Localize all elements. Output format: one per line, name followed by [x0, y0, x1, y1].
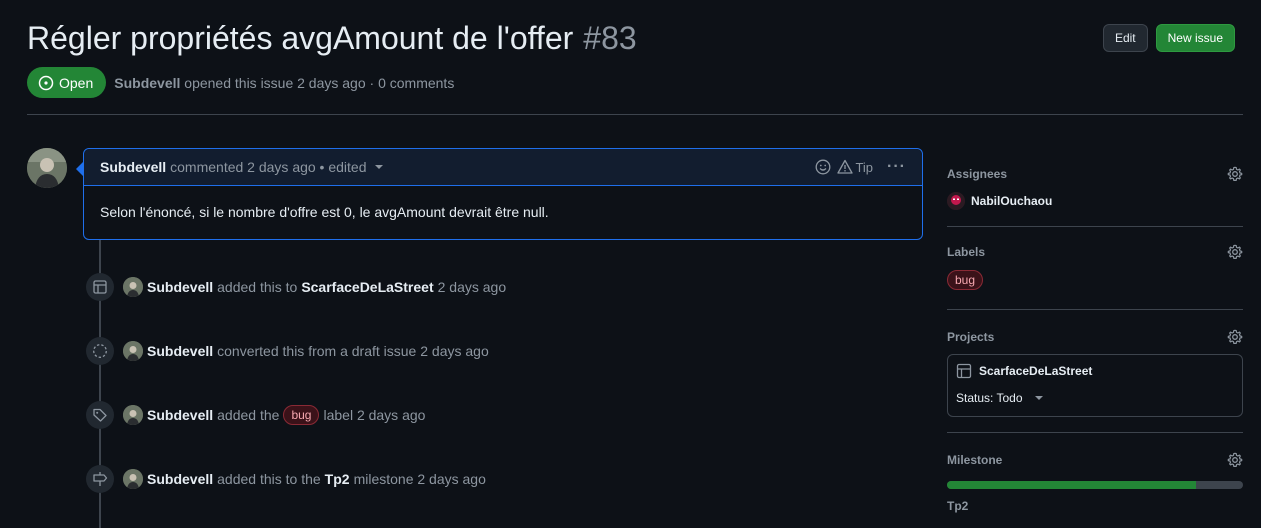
project-link[interactable]: ScarfaceDeLaStreet	[956, 363, 1234, 379]
gear-icon[interactable]	[1227, 329, 1243, 345]
timeline-avatar[interactable]	[123, 405, 143, 425]
labels-section: Labels bug	[947, 227, 1243, 310]
tip-link[interactable]: Tip	[837, 159, 873, 175]
issue-title: Régler propriétés avgAmount de l'offer #8…	[27, 18, 1235, 58]
timeline-action: converted this from a draft issue 2 days…	[217, 343, 489, 359]
chevron-down-icon	[1034, 396, 1043, 400]
timeline-badge	[86, 273, 114, 301]
issue-author-link[interactable]: Subdevell	[114, 75, 180, 91]
timeline-author-link[interactable]: Subdevell	[147, 279, 213, 295]
timeline-time: milestone 2 days ago	[353, 471, 486, 487]
issue-title-text: Régler propriétés avgAmount de l'offer	[27, 20, 574, 56]
milestone-progress-bar	[947, 481, 1243, 489]
timeline-avatar[interactable]	[123, 341, 143, 361]
timeline-item: Subdevell added the bug label 2 days ago	[86, 401, 425, 429]
projects-section: Projects ScarfaceDeLaStreet Status: Todo	[947, 310, 1243, 433]
label-bug[interactable]: bug	[947, 270, 984, 290]
issue-state-badge: Open	[27, 67, 107, 98]
edit-button[interactable]: Edit	[1102, 24, 1148, 52]
assignee-avatar	[947, 192, 965, 210]
timeline-time: label 2 days ago	[323, 407, 426, 423]
project-table-icon	[93, 280, 107, 294]
issue-state-text: Open	[59, 74, 94, 91]
header-buttons: Edit New issue	[1102, 24, 1235, 52]
assignee-name: NabilOuchaou	[971, 194, 1053, 208]
timeline-author-link[interactable]: Subdevell	[147, 407, 213, 423]
timeline-milestone-link[interactable]: Tp2	[325, 471, 350, 487]
smiley-icon[interactable]	[815, 159, 831, 175]
timeline-item: Subdevell converted this from a draft is…	[86, 337, 489, 365]
timeline-badge	[86, 465, 114, 493]
assignee-item[interactable]: NabilOuchaou	[947, 192, 1243, 210]
header-divider	[27, 114, 1243, 115]
kebab-menu-icon[interactable]: ···	[887, 159, 906, 175]
milestone-progress-fill	[947, 481, 1196, 489]
milestone-section: Milestone Tp2	[947, 433, 1243, 528]
issue-open-icon	[38, 75, 54, 90]
projects-heading: Projects	[947, 330, 995, 344]
comment-body: Selon l'énoncé, si le nombre d'offre est…	[100, 204, 549, 220]
gear-icon[interactable]	[1227, 244, 1243, 260]
comment-author-link[interactable]: Subdevell	[100, 159, 166, 175]
issue-comment: Subdevell commented 2 days ago • edited …	[76, 148, 923, 240]
assignees-heading: Assignees	[947, 167, 1008, 181]
timeline-action: added this to the	[217, 471, 321, 487]
comment-author-avatar[interactable]	[27, 148, 67, 188]
timeline-badge	[86, 401, 114, 429]
timeline-avatar[interactable]	[123, 469, 143, 489]
tag-icon	[93, 408, 107, 422]
issue-header: Régler propriétés avgAmount de l'offer #8…	[27, 18, 1235, 58]
timeline-item: Subdevell added this to the Tp2 mileston…	[86, 465, 486, 493]
milestone-link[interactable]: Tp2	[947, 499, 1243, 513]
timeline-action: added this to	[217, 279, 298, 295]
timeline-badge	[86, 337, 114, 365]
timeline-author-link[interactable]: Subdevell	[147, 471, 213, 487]
issue-sidebar: Assignees NabilOuchaou Labels bug Projec…	[947, 148, 1243, 528]
label-bug[interactable]: bug	[283, 405, 320, 425]
timeline-project-link[interactable]: ScarfaceDeLaStreet	[301, 279, 433, 295]
gear-icon[interactable]	[1227, 452, 1243, 468]
issue-meta-text: Subdevell opened this issue 2 days ago ·…	[114, 75, 454, 91]
timeline-avatar[interactable]	[123, 277, 143, 297]
timeline-time: 2 days ago	[437, 279, 507, 295]
alert-icon	[837, 159, 854, 174]
timeline-text: Subdevell added the bug label 2 days ago	[147, 405, 425, 425]
project-card: ScarfaceDeLaStreet Status: Todo	[947, 354, 1243, 417]
milestone-heading: Milestone	[947, 453, 1003, 467]
labels-heading: Labels	[947, 245, 986, 259]
timeline-text: Subdevell converted this from a draft is…	[147, 343, 489, 359]
timeline-item: Subdevell added this to ScarfaceDeLaStre…	[86, 273, 506, 301]
timeline-action: added the	[217, 407, 280, 423]
labels-list: bug	[947, 270, 1243, 290]
project-status-dropdown[interactable]: Status: Todo	[956, 391, 1234, 405]
comment-meta[interactable]: commented 2 days ago • edited	[170, 159, 366, 175]
project-name: ScarfaceDeLaStreet	[979, 364, 1093, 378]
timeline-text: Subdevell added this to the Tp2 mileston…	[147, 471, 486, 487]
project-status-text: Status: Todo	[956, 391, 1023, 405]
milestone-icon	[93, 472, 108, 486]
comment-actions: Tip ···	[815, 159, 906, 175]
tip-text: Tip	[855, 159, 874, 175]
draft-issue-icon	[93, 344, 107, 358]
issue-number: #83	[583, 20, 637, 56]
edit-history-caret-icon[interactable]	[374, 165, 383, 169]
gear-icon[interactable]	[1227, 166, 1243, 182]
timeline-text: Subdevell added this to ScarfaceDeLaStre…	[147, 279, 506, 295]
issue-meta: Open Subdevell opened this issue 2 days …	[27, 67, 454, 98]
issue-opened-text: opened this issue 2 days ago · 0 comment…	[184, 74, 455, 91]
project-table-icon	[956, 363, 972, 379]
timeline-author-link[interactable]: Subdevell	[147, 343, 213, 359]
comment-header: Subdevell commented 2 days ago • edited …	[84, 149, 922, 186]
assignees-section: Assignees NabilOuchaou	[947, 148, 1243, 227]
new-issue-button[interactable]: New issue	[1155, 24, 1235, 52]
